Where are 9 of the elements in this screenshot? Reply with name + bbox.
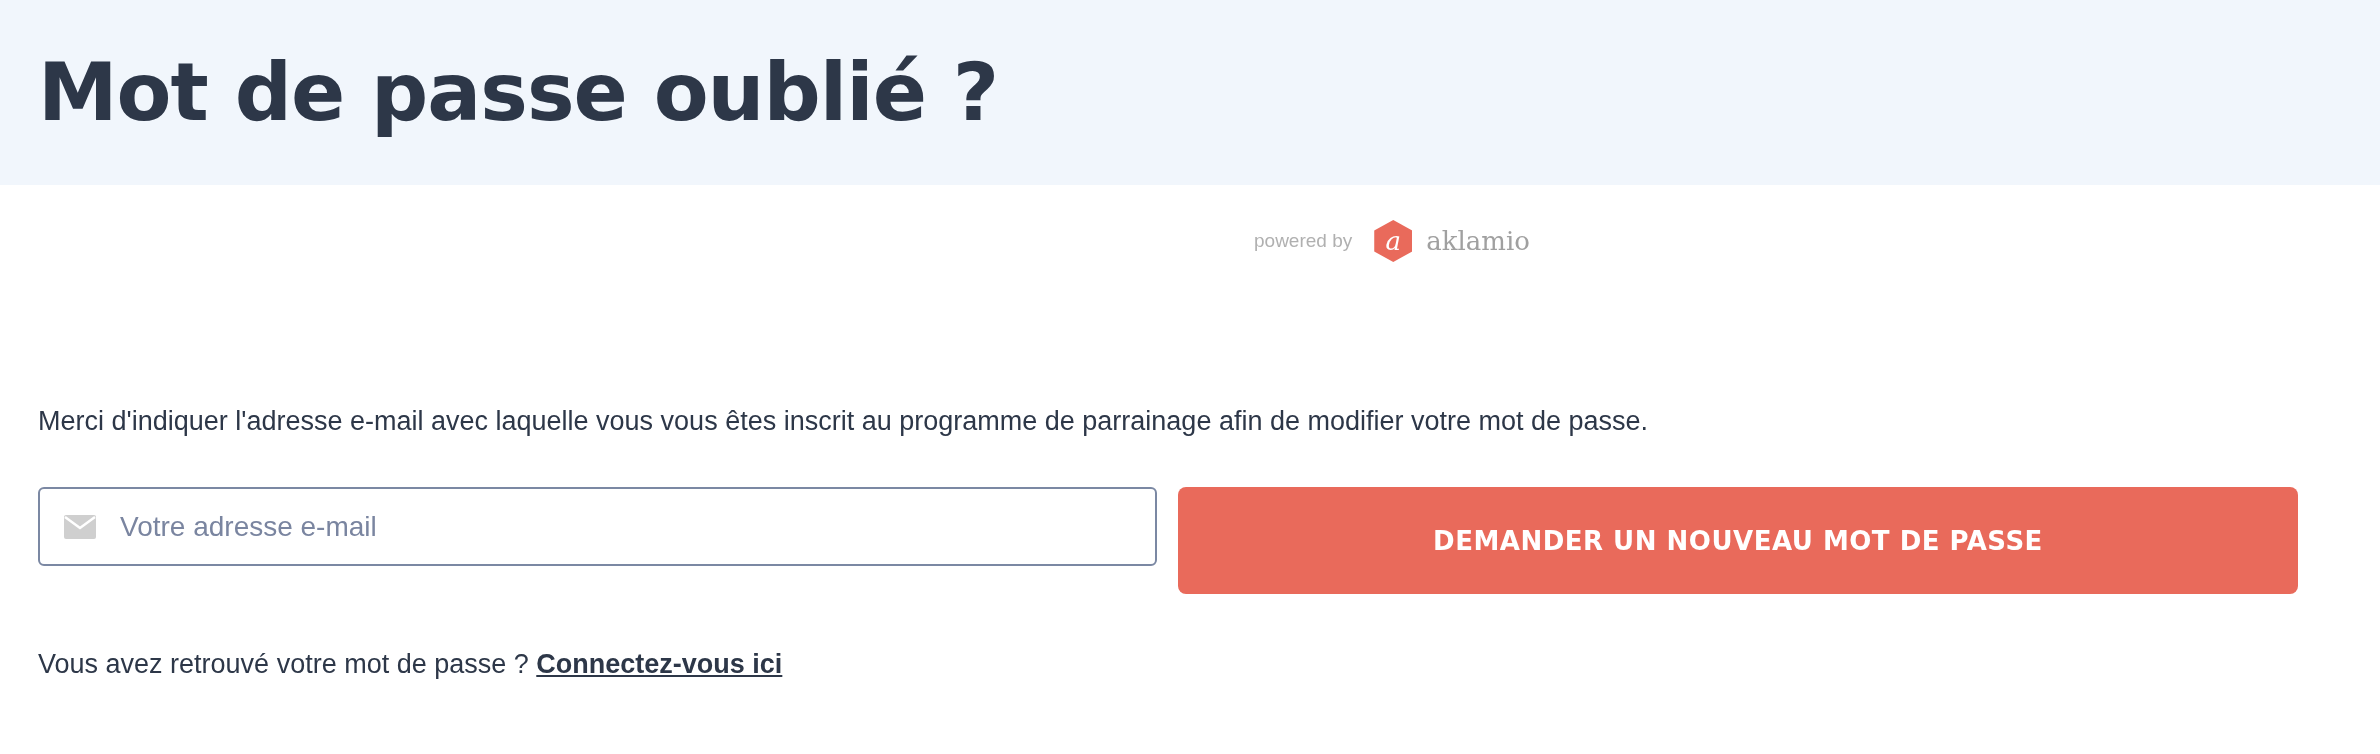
email-field[interactable]: Votre adresse e-mail [38, 487, 1157, 566]
logo-mark: a [1374, 220, 1413, 262]
instruction-text: Merci d'indiquer l'adresse e-mail avec laquelle vous vous êtes inscrit au programme de parrainage afin de modifier votre mot de passe. [38, 406, 1650, 437]
page-title: Mot de passe oublié ? [38, 46, 999, 139]
footer-text: Vous avez retrouvé votre mot de passe ? Connectez-vous ici [38, 649, 784, 680]
powered-by-label: powered by [1254, 230, 1353, 252]
logo-name: aklamio [1426, 226, 1530, 256]
envelope-icon [64, 515, 96, 539]
login-link[interactable]: Connectez-vous ici [536, 649, 783, 679]
